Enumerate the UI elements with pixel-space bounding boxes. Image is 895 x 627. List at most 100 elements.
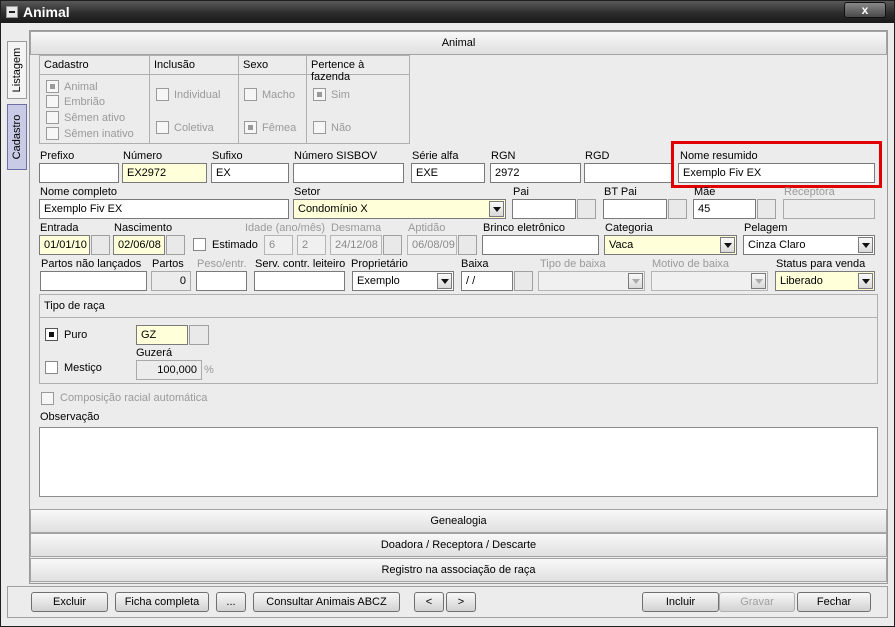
- fechar-button[interactable]: Fechar: [797, 592, 871, 612]
- incluir-button[interactable]: Incluir: [642, 592, 719, 612]
- sisbov-input[interactable]: [293, 163, 404, 183]
- proprietario-select[interactable]: Exemplo: [352, 271, 454, 291]
- motivo-baixa-select[interactable]: [651, 271, 768, 291]
- pelagem-dropdown-icon[interactable]: [858, 237, 873, 253]
- previous-record-button[interactable]: <: [414, 592, 444, 612]
- tab-cadastro[interactable]: Cadastro: [7, 104, 27, 170]
- section-animal-header[interactable]: Animal: [30, 31, 887, 55]
- baixa-calendar-button[interactable]: [514, 271, 533, 291]
- nome-completo-input[interactable]: Exemplo Fiv EX: [39, 199, 289, 219]
- receptora-input[interactable]: [783, 199, 875, 219]
- pai-input[interactable]: [512, 199, 576, 219]
- estimado-checkbox[interactable]: [193, 238, 206, 251]
- puro-checkbox[interactable]: [45, 328, 58, 341]
- pai-lookup-button[interactable]: [577, 199, 596, 219]
- idade-ano-input[interactable]: 6: [264, 235, 293, 255]
- observacao-textarea[interactable]: [39, 427, 878, 497]
- gravar-button[interactable]: Gravar: [719, 592, 795, 612]
- close-button[interactable]: x: [844, 2, 886, 18]
- raca-percent-input[interactable]: 100,000: [136, 360, 202, 380]
- setor-value: Condomínio X: [298, 203, 368, 215]
- desmama-input[interactable]: 24/12/08: [330, 235, 382, 255]
- cadastro-animal-checkbox[interactable]: [46, 80, 59, 93]
- rgd-label: RGD: [585, 150, 610, 162]
- title-bar[interactable]: Animal x: [1, 1, 894, 23]
- tipo-baixa-label: Tipo de baixa: [540, 258, 606, 270]
- section-registro-header[interactable]: Registro na associação de raça: [30, 558, 887, 582]
- proprietario-dropdown-icon[interactable]: [437, 273, 452, 289]
- sufixo-input[interactable]: EX: [211, 163, 289, 183]
- desmama-label: Desmama: [331, 222, 382, 234]
- inclusao-individual-checkbox[interactable]: [156, 88, 169, 101]
- animal-window: Animal x Listagem Cadastro Animal Cadast…: [0, 0, 895, 627]
- setor-dropdown-icon[interactable]: [489, 201, 504, 217]
- nome-completo-label: Nome completo: [40, 186, 118, 198]
- serv-leiteiro-label: Serv. contr. leiteiro: [255, 258, 346, 270]
- next-record-button[interactable]: >: [446, 592, 476, 612]
- pelagem-select[interactable]: Cinza Claro: [743, 235, 875, 255]
- partos-nao-lancados-input[interactable]: [40, 271, 147, 291]
- nascimento-input[interactable]: 02/06/08: [113, 235, 165, 255]
- pelagem-value: Cinza Claro: [748, 239, 806, 251]
- brinco-input[interactable]: [482, 235, 599, 255]
- group-sexo-title: Sexo: [239, 56, 306, 75]
- fazenda-nao-checkbox[interactable]: [313, 121, 326, 134]
- brinco-label: Brinco eletrônico: [483, 222, 565, 234]
- ficha-completa-button[interactable]: Ficha completa: [115, 592, 209, 612]
- serie-alfa-input[interactable]: EXE: [411, 163, 485, 183]
- bt-pai-lookup-button[interactable]: [668, 199, 687, 219]
- section-doadora-header[interactable]: Doadora / Receptora / Descarte: [30, 533, 887, 557]
- desmama-calendar-button[interactable]: [383, 235, 402, 255]
- raca-code-input[interactable]: GZ: [136, 325, 188, 345]
- idade-mes-input[interactable]: 2: [297, 235, 326, 255]
- inclusao-individual-label: Individual: [174, 89, 221, 101]
- raca-lookup-button[interactable]: [189, 325, 209, 345]
- aptidao-calendar-button[interactable]: [458, 235, 477, 255]
- motivo-baixa-label: Motivo de baixa: [652, 258, 730, 270]
- window-menu-icon[interactable]: [6, 6, 18, 18]
- highlight-nome-resumido: [671, 141, 882, 188]
- section-genealogia-header[interactable]: Genealogia: [30, 509, 887, 533]
- peso-input[interactable]: [196, 271, 247, 291]
- cadastro-semen-inativo-checkbox[interactable]: [46, 127, 59, 140]
- rgd-input[interactable]: [584, 163, 674, 183]
- entrada-input[interactable]: 01/01/10: [39, 235, 90, 255]
- baixa-input[interactable]: / /: [461, 271, 513, 291]
- categoria-dropdown-icon[interactable]: [720, 237, 735, 253]
- more-options-button[interactable]: ...: [216, 592, 246, 612]
- partos-input[interactable]: 0: [151, 271, 191, 291]
- status-venda-select[interactable]: Liberado: [775, 271, 875, 291]
- mestico-checkbox[interactable]: [45, 361, 58, 374]
- tipo-baixa-dropdown-icon[interactable]: [628, 273, 643, 289]
- mae-lookup-button[interactable]: [757, 199, 776, 219]
- rgn-input[interactable]: 2972: [490, 163, 581, 183]
- cadastro-embriao-label: Embrião: [64, 96, 105, 108]
- fazenda-sim-checkbox[interactable]: [313, 88, 326, 101]
- mae-input[interactable]: 45: [693, 199, 756, 219]
- tipo-baixa-select[interactable]: [538, 271, 645, 291]
- bt-pai-input[interactable]: [603, 199, 667, 219]
- nascimento-calendar-button[interactable]: [166, 235, 185, 255]
- inclusao-coletiva-checkbox[interactable]: [156, 121, 169, 134]
- sufixo-label: Sufixo: [212, 150, 243, 162]
- tab-listagem[interactable]: Listagem: [7, 41, 27, 99]
- serv-leiteiro-input[interactable]: [254, 271, 345, 291]
- sexo-macho-checkbox[interactable]: [244, 88, 257, 101]
- cadastro-embriao-checkbox[interactable]: [46, 95, 59, 108]
- excluir-button[interactable]: Excluir: [31, 592, 108, 612]
- sexo-femea-checkbox[interactable]: [244, 121, 257, 134]
- estimado-label: Estimado: [212, 239, 258, 251]
- numero-input[interactable]: EX2972: [122, 163, 207, 183]
- categoria-select[interactable]: Vaca: [604, 235, 737, 255]
- rgn-label: RGN: [491, 150, 516, 162]
- composicao-racial-checkbox[interactable]: [41, 392, 54, 405]
- setor-select[interactable]: Condomínio X: [293, 199, 506, 219]
- entrada-calendar-button[interactable]: [91, 235, 110, 255]
- cadastro-semen-ativo-checkbox[interactable]: [46, 111, 59, 124]
- motivo-baixa-dropdown-icon[interactable]: [751, 273, 766, 289]
- prefixo-input[interactable]: [39, 163, 119, 183]
- consultar-abcz-button[interactable]: Consultar Animais ABCZ: [253, 592, 400, 612]
- status-venda-dropdown-icon[interactable]: [858, 273, 873, 289]
- tipo-raca-title: Tipo de raça: [44, 300, 105, 312]
- aptidao-input[interactable]: 06/08/09: [407, 235, 457, 255]
